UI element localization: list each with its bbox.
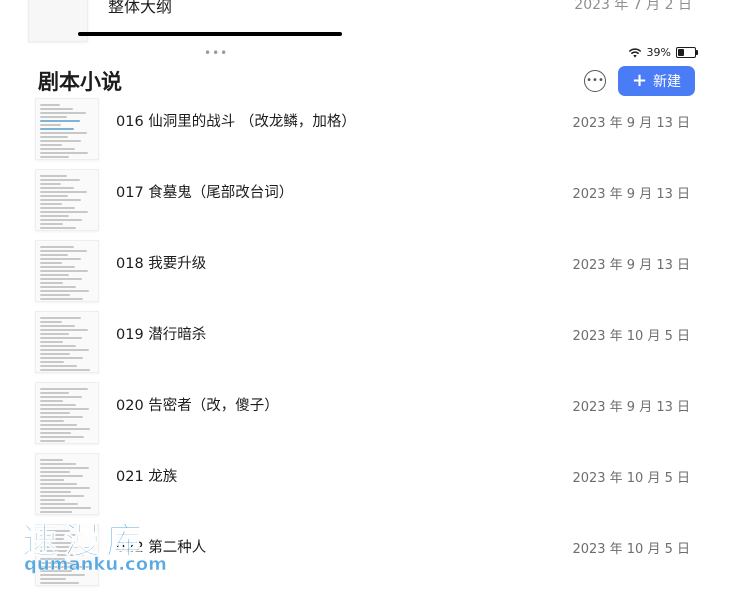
item-date: 2023 年 10 月 5 日 bbox=[572, 329, 690, 344]
document-list: 016 仙洞里的战斗 （改龙鳞，加格） 2023 年 9 月 13 日 017 … bbox=[0, 96, 750, 593]
sheet-drag-handle[interactable] bbox=[78, 32, 342, 36]
item-date: 2023 年 9 月 13 日 bbox=[572, 187, 690, 202]
new-document-button[interactable]: + 新建 bbox=[618, 66, 695, 96]
document-thumbnail bbox=[35, 382, 99, 444]
status-bar: 39% bbox=[628, 46, 698, 59]
page-title: 剧本小说 bbox=[38, 70, 122, 94]
document-thumbnail bbox=[35, 240, 99, 302]
item-title: 020 告密者（改，傻子） bbox=[116, 398, 279, 414]
item-date: 2023 年 9 月 13 日 bbox=[572, 400, 690, 415]
item-title: 021 龙族 bbox=[116, 469, 178, 485]
document-thumbnail bbox=[35, 311, 99, 373]
document-thumbnail bbox=[35, 524, 99, 586]
list-item[interactable]: 018 我要升级 2023 年 9 月 13 日 bbox=[0, 238, 750, 309]
list-item[interactable]: 016 仙洞里的战斗 （改龙鳞，加格） 2023 年 9 月 13 日 bbox=[0, 96, 750, 167]
document-thumbnail bbox=[35, 98, 99, 160]
item-title: 018 我要升级 bbox=[116, 256, 207, 272]
item-title: 016 仙洞里的战斗 （改龙鳞，加格） bbox=[116, 114, 356, 130]
wifi-icon bbox=[628, 47, 641, 57]
list-item[interactable]: 022 第二种人 2023 年 10 月 5 日 bbox=[0, 522, 750, 593]
item-date: 2023 年 10 月 5 日 bbox=[572, 542, 690, 557]
item-title: 017 食墓鬼（尾部改台词） bbox=[116, 185, 294, 201]
list-item[interactable]: 019 潜行暗杀 2023 年 10 月 5 日 bbox=[0, 309, 750, 380]
item-title: 整体大纲 bbox=[108, 0, 173, 16]
plus-icon: + bbox=[631, 70, 648, 91]
item-date: 2023 年 9 月 13 日 bbox=[572, 258, 690, 273]
list-item[interactable]: 017 食墓鬼（尾部改台词） 2023 年 9 月 13 日 bbox=[0, 167, 750, 238]
document-thumbnail bbox=[35, 169, 99, 231]
new-button-label: 新建 bbox=[653, 74, 682, 90]
item-title: 019 潜行暗杀 bbox=[116, 327, 207, 343]
list-item[interactable]: 020 告密者（改，傻子） 2023 年 9 月 13 日 bbox=[0, 380, 750, 451]
battery-percent: 39% bbox=[646, 46, 671, 59]
document-thumbnail bbox=[35, 453, 99, 515]
multitasking-dots-icon[interactable]: ••• bbox=[204, 47, 228, 59]
ellipsis-circle-icon[interactable]: ••• bbox=[584, 70, 606, 92]
item-title: 022 第二种人 bbox=[116, 540, 207, 556]
list-item[interactable]: 021 龙族 2023 年 10 月 5 日 bbox=[0, 451, 750, 522]
previous-list-item[interactable]: 整体大纲 2023 年 7 月 2 日 bbox=[0, 0, 750, 44]
battery-icon bbox=[676, 47, 698, 58]
item-date: 2023 年 7 月 2 日 bbox=[574, 0, 692, 13]
item-date: 2023 年 9 月 13 日 bbox=[572, 116, 690, 131]
item-date: 2023 年 10 月 5 日 bbox=[572, 471, 690, 486]
